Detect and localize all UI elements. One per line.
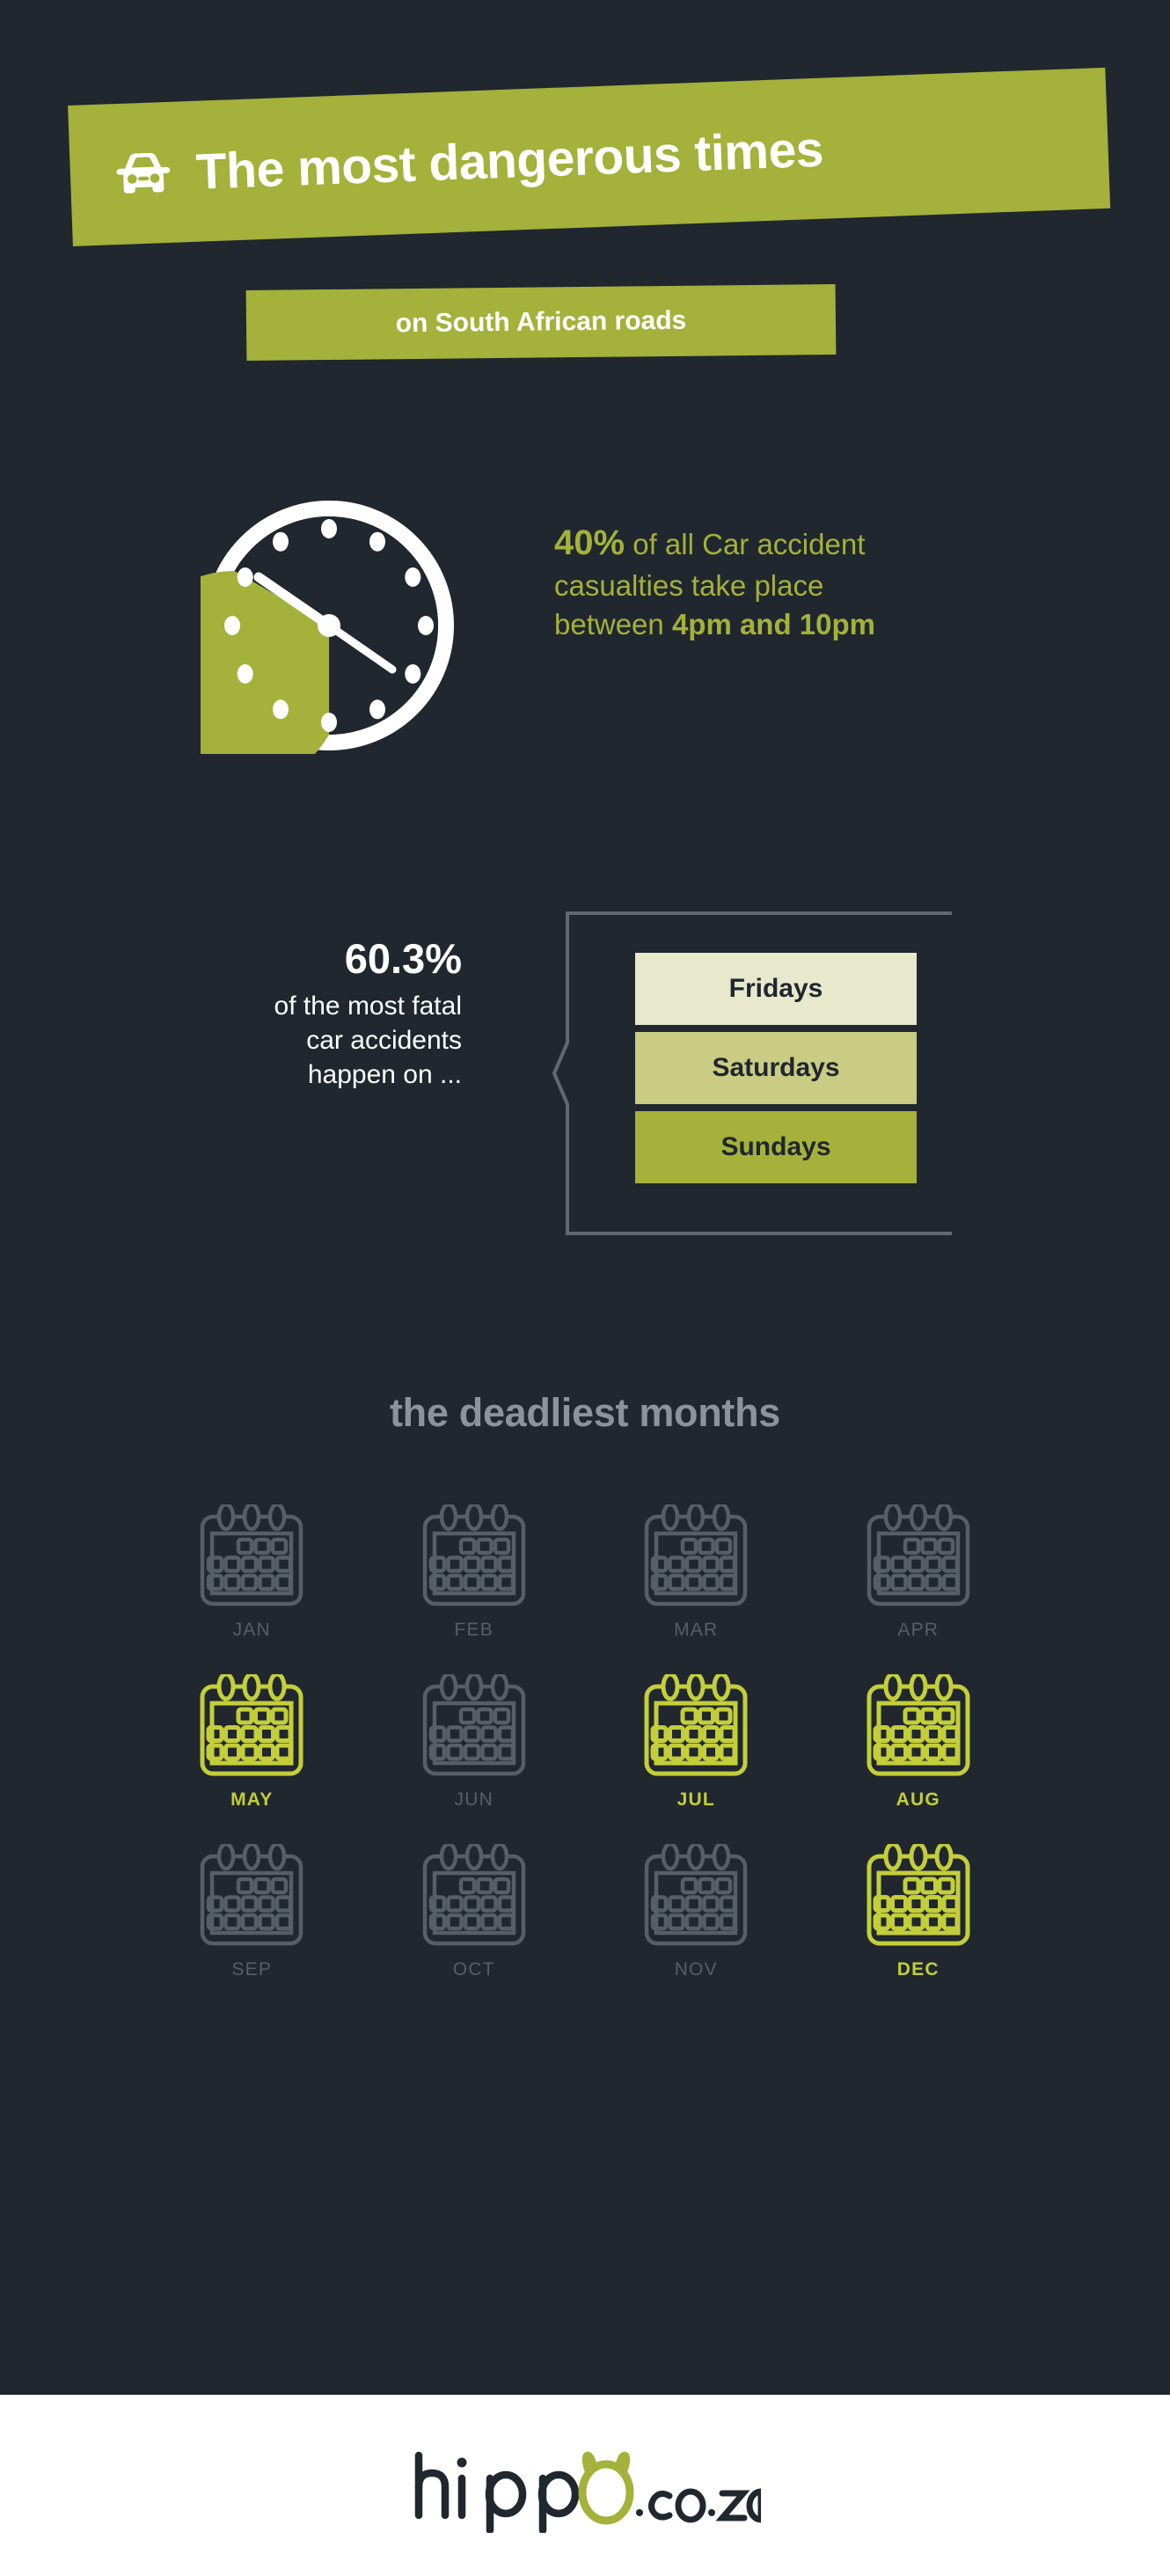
- day-bar-label: Sundays: [720, 1132, 831, 1161]
- calendar-icon: [645, 1504, 748, 1606]
- days-stat-percent: 60.3%: [344, 935, 462, 982]
- logo-wordmark-hipp: [414, 2451, 580, 2533]
- days-bar-list: Fridays Saturdays Sundays: [635, 953, 917, 1190]
- month-label: JUL: [676, 1789, 715, 1810]
- month-cell-may: MAY: [141, 1674, 363, 1811]
- calendar-icon: [645, 1844, 748, 1946]
- month-cell-jun: JUN: [363, 1674, 586, 1811]
- month-cell-apr: APR: [808, 1504, 1030, 1641]
- calendar-icon: [200, 1674, 303, 1776]
- logo-i-dot: [457, 2457, 467, 2468]
- calendar-icon: [422, 1674, 525, 1776]
- days-desc-line-2: car accidents: [306, 1026, 462, 1056]
- month-cell-nov: NOV: [585, 1844, 808, 1980]
- day-bar-sundays: Sundays: [635, 1111, 917, 1183]
- calendar-icon: [422, 1844, 525, 1946]
- car-icon: [116, 152, 171, 194]
- clock-stat-percent: 40%: [554, 523, 625, 562]
- day-bar-saturdays: Saturdays: [635, 1032, 917, 1104]
- month-cell-sep: SEP: [141, 1844, 363, 1980]
- clock-stat-line3-prefix: between: [554, 608, 672, 641]
- month-label: FEB: [454, 1620, 494, 1640]
- days-stat-description: of the most fatal car accidents happen o…: [92, 989, 462, 1092]
- hippo-logo[interactable]: [409, 2438, 761, 2533]
- header-subtitle: on South African roads: [395, 305, 687, 339]
- infographic-canvas: The most dangerous times on South Africa…: [0, 0, 1170, 2395]
- month-label: MAY: [230, 1789, 274, 1810]
- clock-stat-line1: of all Car accident: [633, 528, 866, 560]
- month-label: APR: [897, 1620, 940, 1640]
- clock-stat-line2: casualties take place: [554, 569, 824, 603]
- days-desc-line-1: of the most fatal: [274, 992, 462, 1021]
- calendar-icon: [867, 1504, 969, 1606]
- month-label: OCT: [452, 1959, 495, 1980]
- month-cell-jan: JAN: [141, 1504, 363, 1641]
- day-bar-fridays: Fridays: [635, 953, 917, 1025]
- month-cell-jul: JUL: [585, 1674, 808, 1811]
- month-label: AUG: [896, 1789, 940, 1810]
- month-label: NOV: [674, 1959, 718, 1980]
- month-cell-mar: MAR: [585, 1504, 808, 1641]
- day-bar-label: Fridays: [728, 974, 823, 1003]
- header-banner: The most dangerous times on South Africa…: [0, 0, 1170, 370]
- days-stat-left: 60.3% of the most fatal car accidents ha…: [92, 937, 462, 1092]
- month-cell-oct: OCT: [363, 1844, 586, 1980]
- days-callout-box: Fridays Saturdays Sundays: [552, 911, 954, 1236]
- clock-stat-section: 40% of all Car accident casualties take …: [0, 497, 1170, 770]
- days-desc-line-3: happen on ...: [307, 1060, 462, 1090]
- month-label: SEP: [231, 1959, 273, 1980]
- day-bar-label: Saturdays: [712, 1053, 840, 1082]
- month-label: JAN: [232, 1620, 271, 1640]
- month-label: JUN: [454, 1789, 494, 1810]
- months-grid: JAN FEB MAR APR MAY JUN JUL AUG SEP OCT NOV DEC: [141, 1504, 1029, 1980]
- month-label: DEC: [896, 1959, 940, 1980]
- calendar-icon: [201, 1844, 303, 1946]
- logo-green-o: [578, 2451, 634, 2525]
- calendar-icon: [867, 1844, 970, 1946]
- months-section-title: the deadliest months: [389, 1390, 781, 1435]
- months-section: the deadliest months JAN FEB MAR APR MAY JUN J…: [0, 1390, 1170, 1980]
- month-label: MAR: [674, 1620, 719, 1640]
- header-subtitle-wrap: on South African roads: [246, 284, 837, 361]
- month-cell-feb: FEB: [363, 1504, 586, 1641]
- month-cell-dec: DEC: [808, 1844, 1030, 1980]
- clock-stat-time-range: 4pm and 10pm: [671, 608, 876, 641]
- calendar-icon: [644, 1674, 748, 1776]
- header-title: The most dangerous times: [194, 121, 824, 201]
- calendar-icon: [867, 1674, 970, 1776]
- calendar-icon: [201, 1504, 303, 1606]
- clock-stat-text: 40% of all Car accident casualties take …: [554, 520, 1117, 644]
- logo-tld: [636, 2488, 761, 2523]
- footer: [0, 2395, 1170, 2576]
- days-stat-section: 60.3% of the most fatal car accidents ha…: [0, 889, 1170, 1258]
- header-banner-content: The most dangerous times: [68, 66, 1110, 249]
- month-cell-aug: AUG: [808, 1674, 1030, 1811]
- calendar-icon: [422, 1504, 525, 1606]
- clock-icon: [201, 501, 454, 754]
